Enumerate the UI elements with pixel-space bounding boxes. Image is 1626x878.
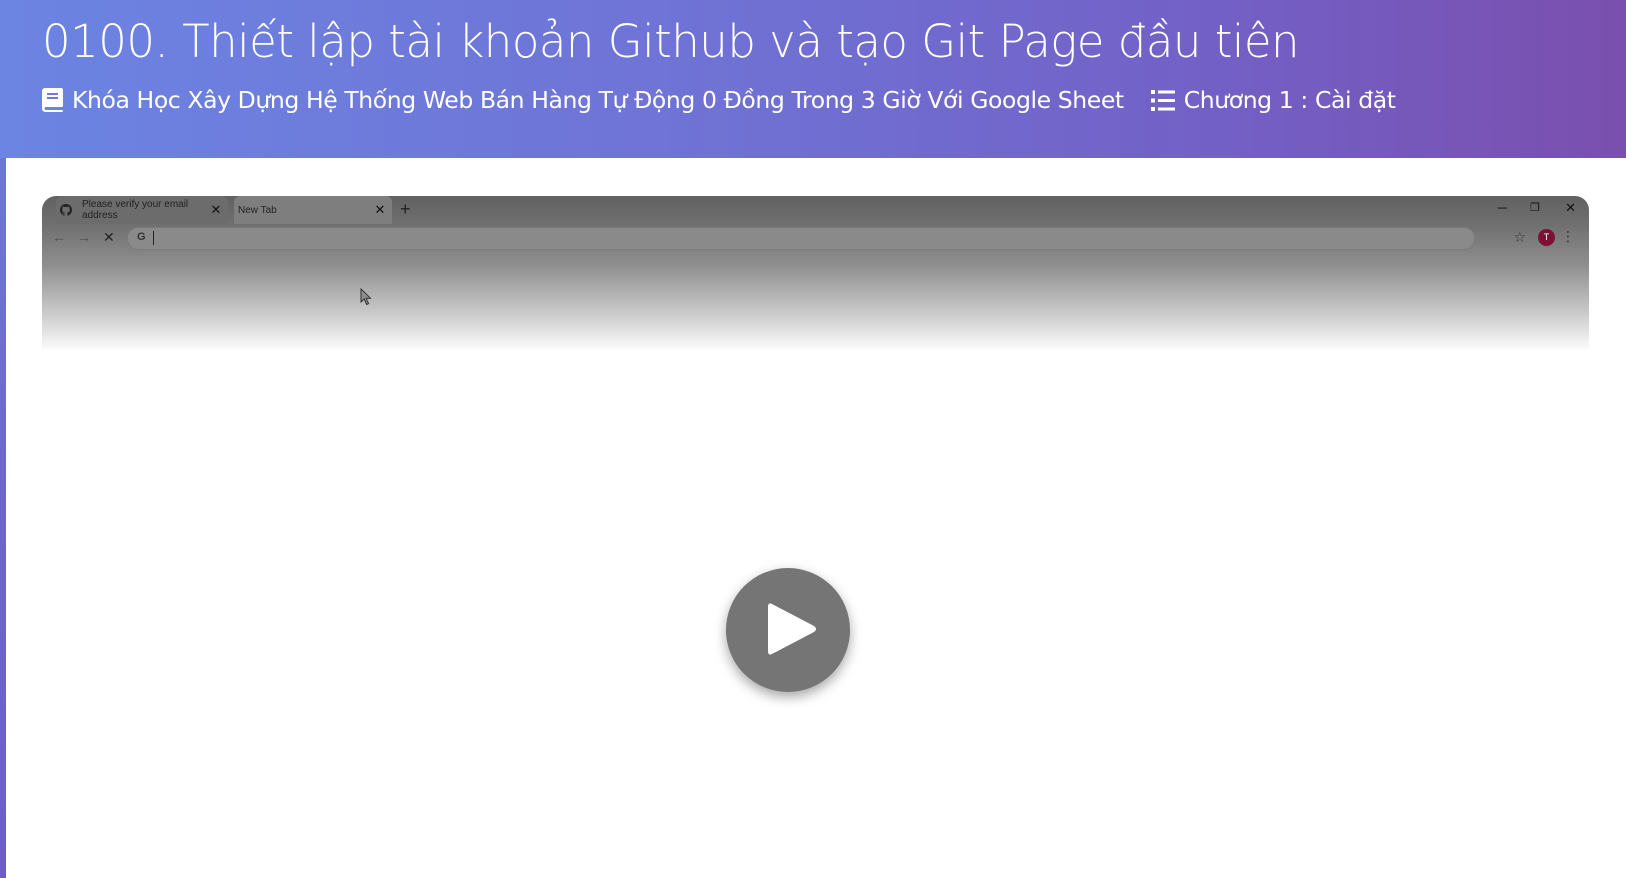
- avatar: T: [1538, 229, 1555, 246]
- lesson-meta: Khóa Học Xây Dựng Hệ Thống Web Bán Hàng …: [42, 86, 1396, 114]
- stop-icon: ✕: [103, 229, 115, 245]
- lesson-header: 0100. Thiết lập tài khoản Github và tạo …: [0, 0, 1626, 158]
- back-arrow-icon: ←: [52, 229, 66, 245]
- browser-tab: New Tab ✕: [234, 196, 392, 224]
- more-menu-icon: ⋮: [1561, 228, 1575, 244]
- list-icon: [1150, 89, 1175, 111]
- restore-icon: ❐: [1530, 202, 1540, 214]
- play-button[interactable]: [726, 568, 850, 692]
- browser-tab-label: New Tab: [238, 204, 277, 216]
- play-icon: [768, 603, 816, 655]
- browser-tabstrip: Please verify your email address ✕ New T…: [42, 196, 1589, 224]
- course-link[interactable]: Khóa Học Xây Dựng Hệ Thống Web Bán Hàng …: [42, 86, 1124, 114]
- course-name: Khóa Học Xây Dựng Hệ Thống Web Bán Hàng …: [72, 86, 1124, 114]
- lesson-title: 0100. Thiết lập tài khoản Github và tạo …: [42, 15, 1300, 68]
- github-icon: [60, 204, 72, 216]
- video-player[interactable]: Please verify your email address ✕ New T…: [42, 196, 1589, 878]
- star-icon: ☆: [1513, 229, 1526, 245]
- chapter-name: Chương 1 : Cài đặt: [1183, 86, 1396, 114]
- forward-arrow-icon: →: [77, 229, 91, 245]
- book-icon: [42, 88, 63, 112]
- minimize-icon: ─: [1497, 200, 1507, 215]
- plus-icon: +: [400, 199, 411, 219]
- address-bar: G: [127, 227, 1475, 250]
- window-close-icon: ✕: [1565, 200, 1576, 215]
- text-caret: [153, 231, 154, 245]
- mouse-cursor-icon: [360, 288, 372, 306]
- browser-toolbar: ← → ✕ G ☆ T ⋮: [42, 224, 1589, 252]
- close-icon: ✕: [210, 202, 222, 217]
- search-provider-icon: G: [137, 231, 146, 243]
- close-icon: ✕: [374, 202, 386, 217]
- browser-tab: Please verify your email address ✕: [56, 196, 228, 224]
- browser-tab-label: Please verify your email address: [82, 199, 189, 221]
- chapter-link[interactable]: Chương 1 : Cài đặt: [1150, 86, 1396, 114]
- video-frame-browser: Please verify your email address ✕ New T…: [42, 196, 1589, 351]
